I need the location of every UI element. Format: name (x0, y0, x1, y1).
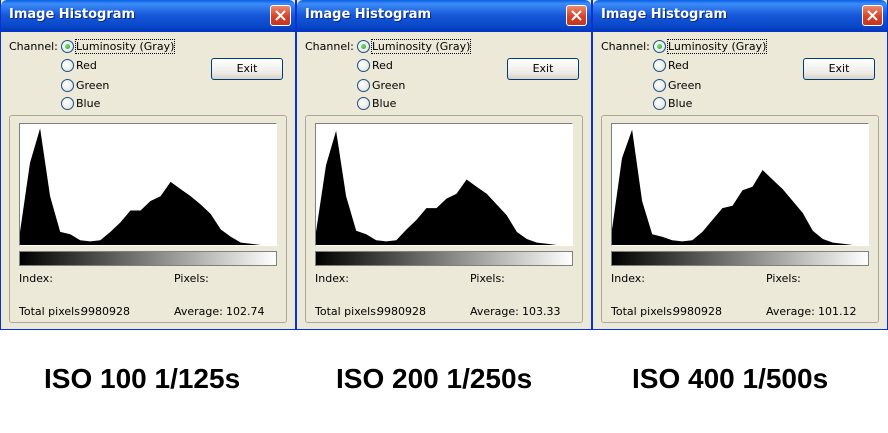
luminosity-gradient-bar (315, 251, 573, 266)
histogram-svg (20, 128, 276, 245)
average-label: Average: (470, 305, 519, 318)
channel-label: Channel: (9, 40, 58, 53)
window-title: Image Histogram (9, 7, 136, 22)
total-pixels-value: 9980928 (81, 305, 130, 318)
total-pixels-label: Total pixels: (19, 305, 84, 318)
channel-option-green[interactable]: Green (372, 79, 405, 92)
window-title: Image Histogram (601, 7, 728, 22)
close-button[interactable] (566, 5, 587, 26)
histogram-svg (612, 129, 868, 245)
average-value: 101.12 (818, 305, 857, 318)
exit-button[interactable]: Exit (211, 58, 283, 80)
average-label: Average: (174, 305, 223, 318)
channel-option-luminosity[interactable]: Luminosity (Gray) (666, 39, 768, 54)
radio-blue[interactable] (61, 97, 74, 110)
channel-option-green[interactable]: Green (76, 79, 109, 92)
close-icon (275, 10, 286, 21)
close-button[interactable] (270, 5, 291, 26)
radio-luminosity[interactable] (653, 40, 666, 53)
close-icon (867, 10, 878, 21)
radio-selected-dot (65, 44, 70, 49)
histogram-chart (611, 123, 869, 246)
total-pixels-value: 9980928 (673, 305, 722, 318)
total-pixels-label: Total pixels: (611, 305, 676, 318)
luminosity-gradient-bar (19, 251, 277, 266)
pixels-label: Pixels: (766, 272, 801, 285)
histogram-window: Image Histogram Channel: Luminosity (Gra… (296, 0, 592, 330)
title-bar[interactable]: Image Histogram (1, 0, 295, 32)
channel-option-blue[interactable]: Blue (668, 97, 692, 110)
channel-option-red[interactable]: Red (668, 59, 689, 72)
channel-option-luminosity[interactable]: Luminosity (Gray) (74, 39, 176, 54)
radio-red[interactable] (653, 59, 666, 72)
luminosity-gradient-bar (611, 251, 869, 266)
radio-blue[interactable] (357, 97, 370, 110)
histogram-svg (316, 130, 572, 245)
radio-red[interactable] (357, 59, 370, 72)
channel-option-green[interactable]: Green (668, 79, 701, 92)
radio-green[interactable] (357, 79, 370, 92)
radio-selected-dot (361, 44, 366, 49)
histogram-area (20, 128, 276, 245)
channel-option-luminosity[interactable]: Luminosity (Gray) (370, 39, 472, 54)
total-pixels-value: 9980928 (377, 305, 426, 318)
pixels-label: Pixels: (174, 272, 209, 285)
average-value: 102.74 (226, 305, 265, 318)
histogram-window: Image Histogram Channel: Luminosity (Gra… (592, 0, 888, 330)
index-label: Index: (19, 272, 53, 285)
histogram-chart (315, 123, 573, 246)
radio-luminosity[interactable] (357, 40, 370, 53)
window-title: Image Histogram (305, 7, 432, 22)
exit-button[interactable]: Exit (507, 58, 579, 80)
radio-selected-dot (657, 44, 662, 49)
radio-green[interactable] (61, 79, 74, 92)
total-pixels-label: Total pixels: (315, 305, 380, 318)
radio-green[interactable] (653, 79, 666, 92)
close-button[interactable] (862, 5, 883, 26)
radio-red[interactable] (61, 59, 74, 72)
histogram-area (316, 130, 572, 245)
channel-label: Channel: (305, 40, 354, 53)
channel-option-red[interactable]: Red (372, 59, 393, 72)
channel-option-blue[interactable]: Blue (372, 97, 396, 110)
histogram-window: Image Histogram Channel: Luminosity (Gra… (0, 0, 296, 330)
caption-iso-200: ISO 200 1/250s (336, 363, 533, 394)
index-label: Index: (611, 272, 645, 285)
histogram-area (612, 129, 868, 245)
radio-luminosity[interactable] (61, 40, 74, 53)
channel-option-red[interactable]: Red (76, 59, 97, 72)
histogram-chart (19, 123, 277, 246)
radio-blue[interactable] (653, 97, 666, 110)
channel-option-blue[interactable]: Blue (76, 97, 100, 110)
exit-button[interactable]: Exit (803, 58, 875, 80)
channel-label: Channel: (601, 40, 650, 53)
close-icon (571, 10, 582, 21)
title-bar[interactable]: Image Histogram (593, 0, 887, 32)
caption-iso-100: ISO 100 1/125s (44, 363, 241, 394)
pixels-label: Pixels: (470, 272, 505, 285)
index-label: Index: (315, 272, 349, 285)
average-label: Average: (766, 305, 815, 318)
average-value: 103.33 (522, 305, 561, 318)
caption-iso-400: ISO 400 1/500s (632, 363, 829, 394)
title-bar[interactable]: Image Histogram (297, 0, 591, 32)
